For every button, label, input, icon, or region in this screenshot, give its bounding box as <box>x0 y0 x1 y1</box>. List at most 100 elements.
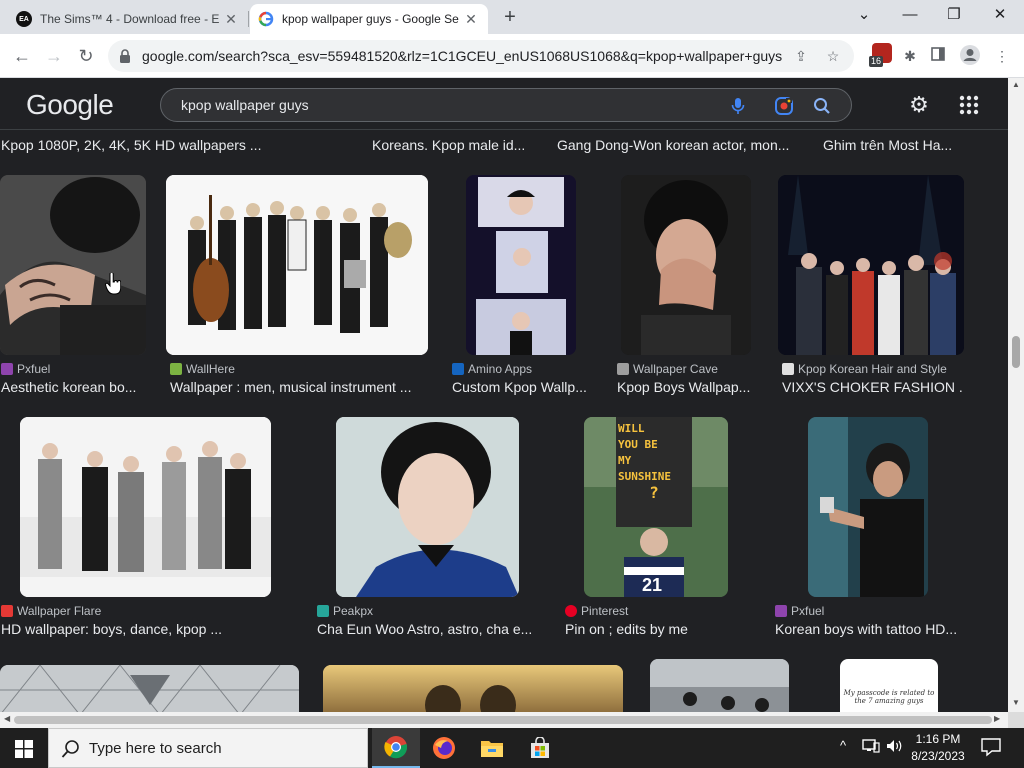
result-source[interactable]: Kpop Korean Hair and Style <box>782 362 947 376</box>
result-source[interactable]: Amino Apps <box>452 362 532 376</box>
result-title[interactable]: Ghim trên Most Ha... <box>823 137 963 153</box>
result-title[interactable]: Pin on ; edits by me <box>565 621 745 637</box>
extension-badge-count: 16 <box>869 56 884 67</box>
result-image-tattoo-boy[interactable] <box>808 417 928 597</box>
forward-button[interactable]: → <box>40 42 68 70</box>
amino-favicon-icon <box>452 363 464 375</box>
start-button[interactable] <box>0 728 48 768</box>
result-source[interactable]: Pinterest <box>565 604 628 618</box>
result-image-group-sky[interactable] <box>650 659 789 712</box>
result-image-cha-eun-woo[interactable] <box>336 417 519 597</box>
notifications-icon[interactable] <box>980 737 1002 757</box>
tab-divider <box>248 11 249 27</box>
result-source[interactable]: Peakpx <box>317 604 373 618</box>
result-image-kpop-boys[interactable] <box>621 175 751 355</box>
tab-strip: EA The Sims™ 4 - Download free - E ✕ kpo… <box>0 0 1024 34</box>
taskbar-microsoft-store[interactable] <box>516 728 564 768</box>
wallhere-favicon-icon <box>170 363 182 375</box>
result-title[interactable]: Koreans. Kpop male id... <box>372 137 532 153</box>
search-icon[interactable] <box>811 95 833 117</box>
result-source[interactable]: Wallpaper Flare <box>1 604 101 618</box>
windows-logo-icon <box>15 740 33 758</box>
pxfuel-favicon-icon <box>1 363 13 375</box>
result-title[interactable]: Wallpaper : men, musical instrument ... <box>170 379 430 395</box>
network-icon[interactable] <box>862 738 880 757</box>
scroll-up-arrow-icon[interactable]: ▲ <box>1011 80 1021 89</box>
result-title[interactable]: Korean boys with tattoo HD... <box>775 621 965 637</box>
close-tab-icon[interactable]: ✕ <box>462 11 480 28</box>
store-bag-icon <box>531 737 549 758</box>
result-image-passcode-text[interactable]: My passcode is related to the 7 amazing … <box>840 659 938 712</box>
back-button[interactable]: ← <box>8 42 36 70</box>
result-source[interactable]: WallHere <box>170 362 235 376</box>
result-title[interactable]: Custom Kpop Wallp... <box>452 379 592 395</box>
result-title[interactable]: VIXX'S CHOKER FASHION ... <box>782 379 962 395</box>
search-box[interactable]: kpop wallpaper guys <box>160 88 852 122</box>
result-title[interactable]: Aesthetic korean bo... <box>1 379 141 395</box>
system-clock[interactable]: 1:16 PM 8/23/2023 <box>902 731 974 765</box>
close-window-button[interactable]: ✕ <box>978 0 1022 30</box>
settings-gear-icon[interactable]: ⚙ <box>906 92 932 118</box>
new-tab-button[interactable]: + <box>498 6 522 28</box>
taskbar-firefox[interactable] <box>420 728 468 768</box>
horizontal-scrollbar[interactable]: ◀ ▶ <box>0 712 1008 728</box>
image-caption-text: My passcode is related to the 7 amazing … <box>843 689 935 705</box>
taskbar-search-box[interactable]: Type here to search <box>48 728 368 768</box>
wallpaper-flare-favicon-icon <box>1 605 13 617</box>
result-source[interactable]: Pxfuel <box>775 604 824 618</box>
google-g-icon <box>258 11 274 27</box>
lock-icon <box>120 49 130 63</box>
result-title[interactable]: Gang Dong-Won korean actor, mon... <box>557 137 797 153</box>
minimize-button[interactable]: — <box>888 0 932 30</box>
result-image-sunshine-sign[interactable]: WILL YOU BE MY SUNSHINE? 21 <box>584 417 728 597</box>
lens-icon[interactable] <box>773 95 795 117</box>
tray-chevron-up-icon[interactable]: ^ <box>840 738 846 753</box>
scroll-down-arrow-icon[interactable]: ▼ <box>1011 698 1021 707</box>
bookmark-star-icon[interactable]: ☆ <box>822 46 844 66</box>
search-query[interactable]: kpop wallpaper guys <box>181 97 309 113</box>
ea-logo-icon: EA <box>16 11 32 27</box>
side-panel-icon[interactable] <box>926 44 950 68</box>
result-title[interactable]: HD wallpaper: boys, dance, kpop ... <box>1 621 281 637</box>
share-icon[interactable]: ⇪ <box>790 46 812 66</box>
result-image-aesthetic-korean[interactable] <box>0 175 146 355</box>
result-title[interactable]: Kpop 1080P, 2K, 4K, 5K HD wallpapers ... <box>1 137 271 153</box>
clock-time: 1:16 PM <box>915 732 961 746</box>
google-apps-grid-icon[interactable] <box>958 94 980 116</box>
result-image-band-instruments[interactable] <box>166 175 428 355</box>
taskbar-file-explorer[interactable] <box>468 728 516 768</box>
chrome-menu-icon[interactable]: ⋮ <box>990 44 1014 68</box>
result-source[interactable]: Pxfuel <box>1 362 50 376</box>
result-image-vixx[interactable] <box>778 175 964 355</box>
peakpx-favicon-icon <box>317 605 329 617</box>
pinterest-favicon-icon <box>565 605 577 617</box>
vertical-scrollbar[interactable]: ▲ ▼ <box>1008 78 1024 712</box>
result-source[interactable]: Wallpaper Cave <box>617 362 718 376</box>
restore-button[interactable]: ❐ <box>932 0 976 30</box>
result-title[interactable]: Kpop Boys Wallpap... <box>617 379 757 395</box>
result-image-custom-kpop[interactable] <box>466 175 576 355</box>
close-tab-icon[interactable]: ✕ <box>222 11 240 28</box>
tab-google-search[interactable]: kpop wallpaper guys - Google Se ✕ <box>250 4 488 34</box>
tab-sims[interactable]: EA The Sims™ 4 - Download free - E ✕ <box>8 4 248 34</box>
reload-button[interactable]: ↻ <box>72 42 100 70</box>
result-image-sunset-duo[interactable] <box>323 665 623 712</box>
pxfuel-favicon-icon <box>775 605 787 617</box>
taskbar-chrome[interactable] <box>372 728 420 768</box>
google-header: Google kpop wallpaper guys ⚙ <box>0 78 1008 130</box>
address-bar[interactable]: google.com/search?sca_esv=559481520&rlz=… <box>108 40 854 72</box>
vertical-scroll-thumb[interactable] <box>1012 336 1020 368</box>
google-logo[interactable]: Google <box>26 89 114 121</box>
profile-avatar-icon[interactable] <box>958 44 982 68</box>
tab-title: The Sims™ 4 - Download free - E <box>40 12 220 26</box>
result-image-geometric[interactable] <box>0 665 299 712</box>
result-image-boys-dance[interactable] <box>20 417 271 597</box>
scroll-left-arrow-icon[interactable]: ◀ <box>4 714 10 723</box>
tab-search-dropdown-icon[interactable]: ⌄ <box>842 0 886 30</box>
extensions-puzzle-icon[interactable]: ✱ <box>898 44 922 68</box>
scroll-right-arrow-icon[interactable]: ▶ <box>994 714 1000 723</box>
horizontal-scroll-thumb[interactable] <box>14 716 992 724</box>
url-text[interactable]: google.com/search?sca_esv=559481520&rlz=… <box>142 48 782 64</box>
mic-icon[interactable] <box>727 95 749 117</box>
result-title[interactable]: Cha Eun Woo Astro, astro, cha e... <box>317 621 539 637</box>
